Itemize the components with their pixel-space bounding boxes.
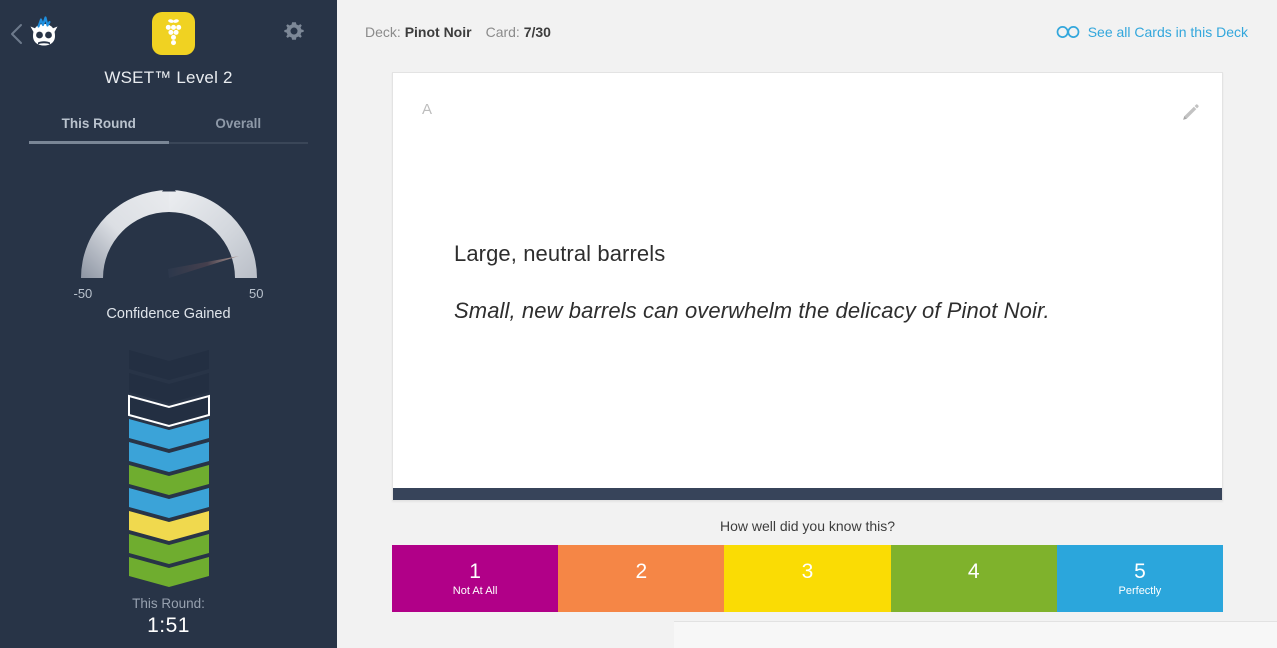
gear-icon[interactable] xyxy=(281,19,307,45)
sidebar-tabs: This Round Overall xyxy=(29,116,308,144)
rating-button-5[interactable]: 5 Perfectly xyxy=(1056,545,1224,612)
chevron-stack-graphic xyxy=(127,350,210,587)
rating-number: 1 xyxy=(469,559,481,583)
edit-card-button[interactable] xyxy=(1180,103,1200,128)
footer-area xyxy=(674,622,1277,648)
mastery-chevron-stack: This Round: 1:51 xyxy=(0,348,337,638)
deck-name-value: Pinot Noir xyxy=(404,24,472,40)
deck-prefix-label: Deck: xyxy=(365,24,401,40)
gauge-caption: Confidence Gained xyxy=(106,306,231,322)
brainscape-owl-logo[interactable] xyxy=(27,16,61,50)
rating-number: 3 xyxy=(801,559,814,583)
gauge-min-label: -50 xyxy=(73,286,93,301)
chevron-level xyxy=(128,350,209,380)
rating-buttons: 1 Not At All 2 3 4 5 Perfectly xyxy=(392,545,1224,612)
rating-question: How well did you know this? xyxy=(719,518,896,534)
rating-button-3[interactable]: 3 xyxy=(724,545,891,612)
tab-overall[interactable]: Overall xyxy=(169,116,309,142)
see-all-cards-label: See all Cards in this Deck xyxy=(1087,24,1248,40)
main-panel: Deck: Pinot Noir Card: 7/30 See all Cards… xyxy=(337,0,1277,648)
tab-this-round[interactable]: This Round xyxy=(29,116,169,144)
deck-title: WSET™ Level 2 xyxy=(104,68,233,87)
card-face-label: A xyxy=(422,101,433,118)
owl-logo-glyph xyxy=(30,16,58,46)
rating-number: 5 xyxy=(1134,559,1146,583)
sidebar: WSET™ Level 2 This Round Overall -50 50 … xyxy=(0,0,337,648)
pencil-icon xyxy=(1183,104,1199,120)
rating-number: 2 xyxy=(635,559,648,583)
gauge-graphic xyxy=(80,183,257,278)
see-all-cards-link[interactable]: See all Cards in this Deck xyxy=(1056,24,1248,40)
card-answer-main: Large, neutral barrels xyxy=(454,241,666,266)
rating-button-1[interactable]: 1 Not At All xyxy=(392,545,559,612)
sidebar-topbar xyxy=(0,0,337,68)
flashcard[interactable]: A Large, neutral barrels Small, new barr… xyxy=(392,72,1223,501)
card-prefix-label: Card: xyxy=(485,24,520,40)
rating-sublabel: Perfectly xyxy=(1118,584,1162,597)
card-content: Large, neutral barrels Small, new barrel… xyxy=(454,241,1182,324)
rating-button-4[interactable]: 4 xyxy=(890,545,1057,612)
card-answer-note: Small, new barrels can overwhelm the del… xyxy=(454,298,1050,323)
app-root: WSET™ Level 2 This Round Overall -50 50 … xyxy=(0,0,1277,648)
round-timer: 1:51 xyxy=(147,614,190,637)
deck-breadcrumb: Deck: Pinot Noir Card: 7/30 xyxy=(365,24,551,40)
card-bottom-bar xyxy=(393,488,1222,500)
back-chevron-icon[interactable] xyxy=(8,20,26,48)
gear-glyph xyxy=(284,22,304,40)
goggles-icon xyxy=(1056,26,1080,38)
confidence-gauge: -50 50 Confidence Gained xyxy=(0,168,337,322)
rating-sublabel: Not At All xyxy=(452,584,498,597)
rating-button-2[interactable]: 2 xyxy=(558,545,725,612)
deck-grape-icon[interactable] xyxy=(152,12,195,55)
gauge-max-label: 50 xyxy=(249,286,264,301)
card-counter-value: 7/30 xyxy=(523,24,551,40)
grape-cluster-icon xyxy=(165,19,182,46)
rating-number: 4 xyxy=(967,559,980,583)
gauge-scale: -50 50 xyxy=(74,286,264,301)
back-chevron-glyph xyxy=(11,24,22,44)
main-header: Deck: Pinot Noir Card: 7/30 See all Cards… xyxy=(337,0,1277,66)
round-label: This Round: xyxy=(132,596,205,611)
